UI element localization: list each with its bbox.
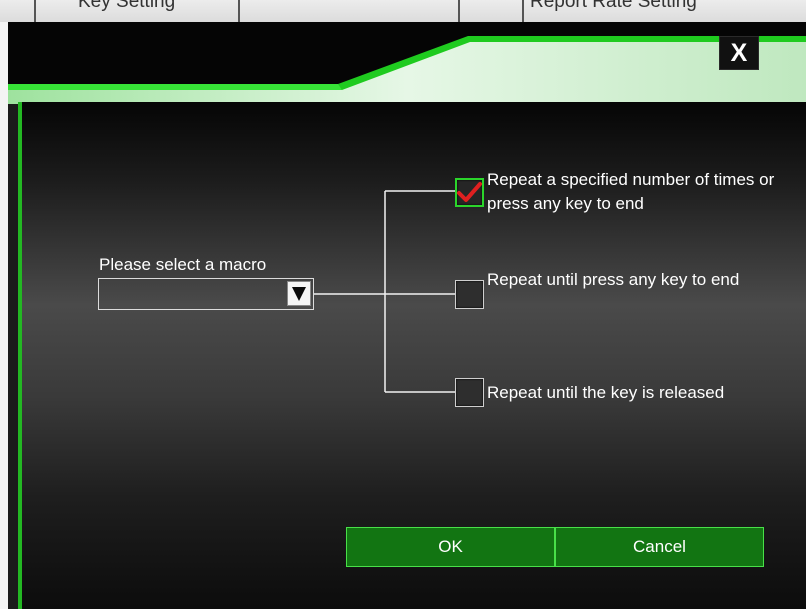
tab-separator xyxy=(34,0,36,22)
connector-lines xyxy=(314,190,455,393)
macro-select[interactable] xyxy=(98,278,314,310)
tab-separator xyxy=(238,0,240,22)
option-1-label: Repeat a specified number of times or pr… xyxy=(487,170,775,213)
dialog-buttons: OK Cancel xyxy=(346,527,764,567)
ok-button[interactable]: OK xyxy=(347,528,554,566)
option-3-checkbox[interactable] xyxy=(455,378,484,407)
macro-repeat-dialog: X Please select a macro Repeat a specifi… xyxy=(8,22,806,609)
option-1-checkbox[interactable] xyxy=(455,178,484,207)
option-2-label: Repeat until press any key to end xyxy=(487,270,740,289)
option-2-checkbox[interactable] xyxy=(455,280,484,309)
cancel-button[interactable]: Cancel xyxy=(554,528,763,566)
tab-report-rate-setting[interactable]: Report Rate Setting xyxy=(530,0,697,13)
tab-separator xyxy=(458,0,460,22)
tab-separator xyxy=(522,0,524,22)
dropdown-arrow-icon[interactable] xyxy=(287,281,311,306)
option-3-label: Repeat until the key is released xyxy=(487,383,725,402)
background-tab-strip: Key Setting Report Rate Setting xyxy=(0,0,806,22)
tab-key-setting[interactable]: Key Setting xyxy=(78,0,175,13)
macro-select-label: Please select a macro xyxy=(99,255,267,274)
checkmark-icon xyxy=(457,182,482,202)
